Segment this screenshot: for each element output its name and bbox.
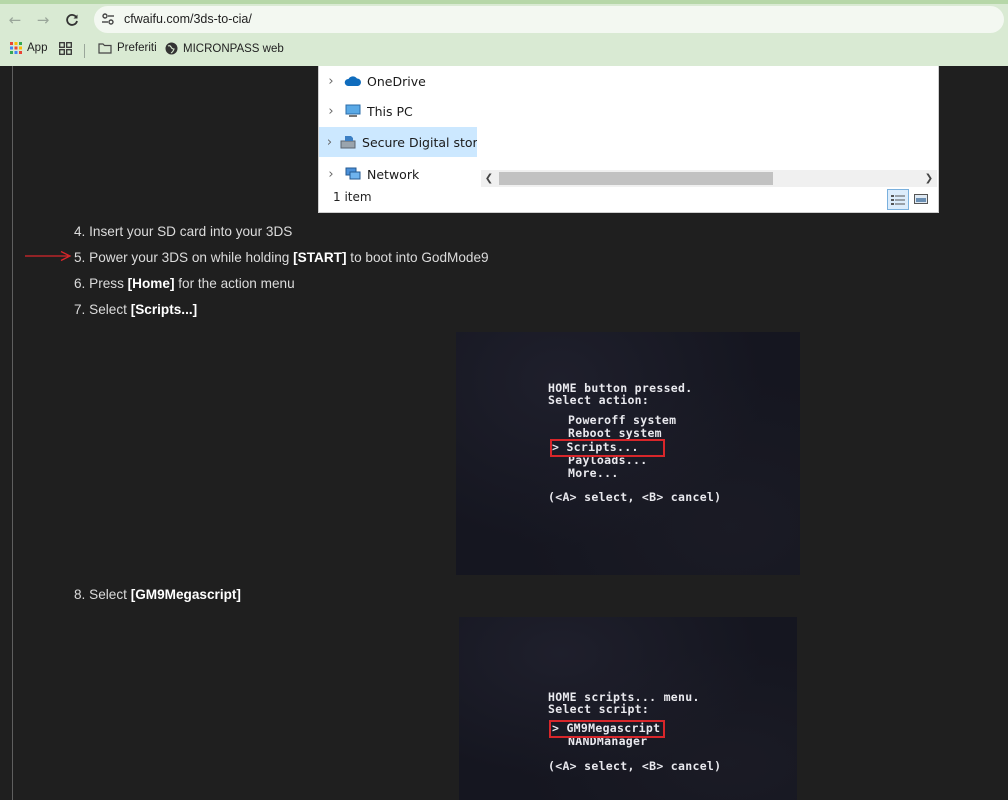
horizontal-scrollbar: ❮ ❯ <box>481 170 937 187</box>
large-icons-view-button <box>911 189 931 208</box>
network-icon <box>343 166 363 182</box>
step-7: 7. Select [Scripts...] <box>74 302 197 317</box>
back-button[interactable]: ← <box>3 8 27 32</box>
bookmark-micronpass[interactable]: MICRONPASS web <box>165 42 284 55</box>
step-text: for the action menu <box>174 276 295 291</box>
selection-highlight-box <box>549 720 665 738</box>
folder-icon <box>98 43 112 54</box>
scroll-left-icon: ❮ <box>484 173 494 184</box>
step-key: [Scripts...] <box>130 302 198 317</box>
step-text: to boot into GodMode9 <box>346 250 489 265</box>
content-left-border <box>12 66 13 800</box>
reload-icon <box>66 14 78 26</box>
screen-header: Select action: <box>548 393 650 407</box>
tree-item-network: › Network <box>319 159 477 189</box>
globe-icon <box>165 42 178 55</box>
bookmark-label: App <box>27 42 48 54</box>
tree-label: Network <box>367 166 420 182</box>
reload-button[interactable] <box>60 8 84 32</box>
tab-strip-edge <box>0 0 1008 4</box>
scripts-menu-screenshot: HOME scripts... menu. Select script: > G… <box>459 617 797 800</box>
details-view-button <box>887 189 909 210</box>
sd-storage-icon <box>340 134 358 150</box>
back-icon: ← <box>8 11 22 29</box>
step-text: Select <box>89 302 131 317</box>
step-key: [Home] <box>127 276 175 291</box>
bookmark-label: MICRONPASS web <box>183 42 284 55</box>
screen-header: Select script: <box>548 702 650 716</box>
page-content: › OneDrive › This PC › Secure Digital st… <box>0 66 1008 800</box>
this-pc-icon <box>343 103 363 119</box>
selection-highlight-box <box>550 439 665 457</box>
tree-label: Secure Digital storag <box>362 134 477 150</box>
tree-item-this-pc: › This PC <box>319 96 477 126</box>
step-key: [START] <box>293 250 347 265</box>
scroll-right-icon: ❯ <box>924 173 934 184</box>
bookmarks-bar: App Preferiti MICRONPASS web <box>0 38 1008 62</box>
chevron-right-icon: › <box>326 134 333 150</box>
step-5: 5. Power your 3DS on while holding [STAR… <box>74 250 489 265</box>
scrollbar-thumb <box>499 172 773 185</box>
screen-footer: (<A> select, <B> cancel) <box>548 759 722 773</box>
apps-grid-icon <box>10 42 22 54</box>
step-number: 7. <box>74 302 86 317</box>
tree-label: OneDrive <box>367 73 426 89</box>
large-icons-view-icon <box>914 193 928 204</box>
chevron-right-icon: › <box>328 103 334 119</box>
bookmark-separator <box>84 44 85 58</box>
bookmark-folder-preferiti[interactable]: Preferiti <box>98 42 157 54</box>
step-number: 4. <box>74 224 86 239</box>
browser-toolbar: ← → cfwaifu.com/3ds-to-cia/ App Preferit… <box>0 0 1008 66</box>
bookmark-apps[interactable]: App <box>10 42 47 54</box>
tree-label: This PC <box>367 103 413 119</box>
explorer-status: 1 item <box>333 190 372 204</box>
explorer-screenshot: › OneDrive › This PC › Secure Digital st… <box>318 66 939 213</box>
step-number: 8. <box>74 587 86 602</box>
home-menu-screenshot: HOME button pressed. Select action: Powe… <box>456 332 800 575</box>
step-6: 6. Press [Home] for the action menu <box>74 276 295 291</box>
chevron-right-icon: › <box>328 166 334 182</box>
details-view-icon <box>891 194 905 205</box>
menu-option: More... <box>568 466 619 480</box>
address-bar[interactable]: cfwaifu.com/3ds-to-cia/ <box>94 6 1004 33</box>
forward-button[interactable]: → <box>31 8 55 32</box>
onedrive-icon <box>343 73 363 89</box>
step-4: 4. Insert your SD card into your 3DS <box>74 224 292 239</box>
screen-footer: (<A> select, <B> cancel) <box>548 490 722 504</box>
step-number: 6. <box>74 276 86 291</box>
step-number: 5. <box>74 250 86 265</box>
url-text[interactable]: cfwaifu.com/3ds-to-cia/ <box>124 12 252 26</box>
bookmark-label: Preferiti <box>117 42 157 54</box>
tree-item-onedrive: › OneDrive <box>319 66 477 96</box>
step-8: 8. Select [GM9Megascript] <box>74 587 241 602</box>
forward-icon: → <box>36 11 50 29</box>
step-text: Press <box>89 276 128 291</box>
chevron-right-icon: › <box>328 73 334 89</box>
step-text: Insert your SD card into your 3DS <box>89 224 293 239</box>
step-text: Select <box>89 587 131 602</box>
site-info-icon[interactable] <box>100 11 116 27</box>
tree-item-sd-storage: › Secure Digital storag <box>319 127 477 157</box>
step-text: Power your 3DS on while holding <box>89 250 294 265</box>
red-arrow-annotation <box>25 250 72 262</box>
tab-groups-button[interactable] <box>59 42 72 55</box>
tab-groups-icon <box>59 42 72 55</box>
step-key: [GM9Megascript] <box>130 587 241 602</box>
